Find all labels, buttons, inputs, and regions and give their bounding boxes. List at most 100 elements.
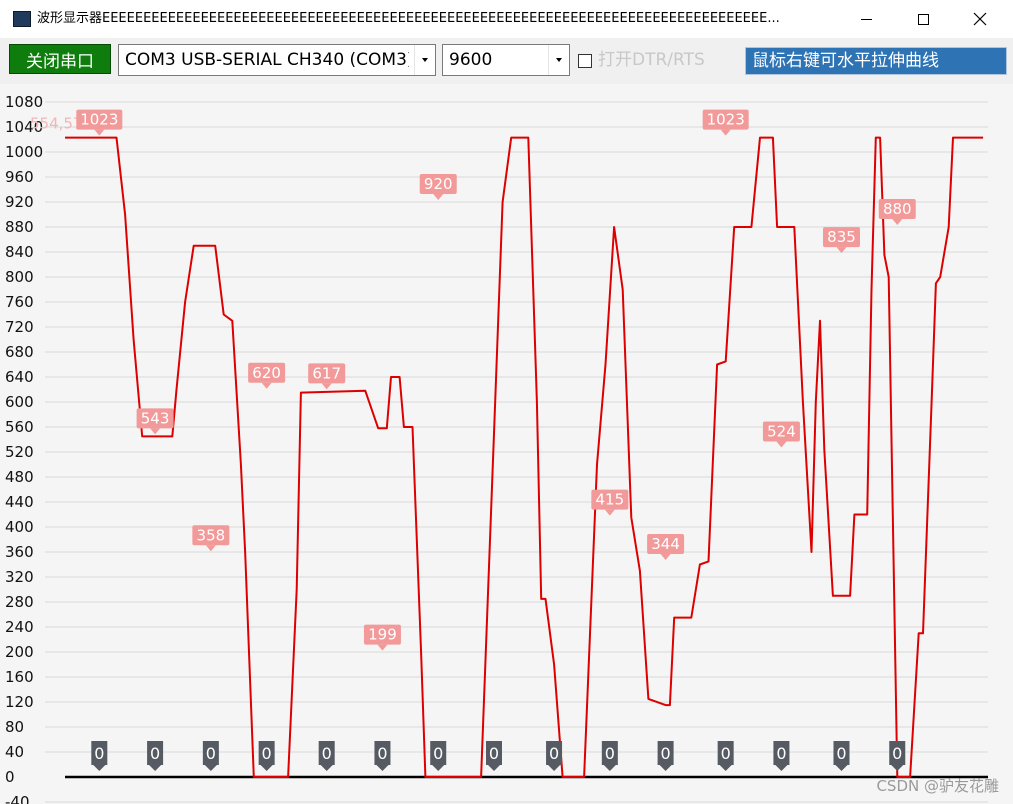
value-marker-pointer <box>205 545 216 552</box>
dtr-rts-checkbox[interactable] <box>578 54 592 68</box>
y-tick-label: 480 <box>5 468 34 486</box>
zero-marker-label: 0 <box>94 744 104 763</box>
value-marker-pointer <box>660 554 671 560</box>
y-tick-label: 120 <box>5 693 34 711</box>
value-marker-label: 835 <box>827 228 856 246</box>
zero-marker-pointer <box>432 765 445 771</box>
value-marker-pointer <box>321 383 332 390</box>
zero-marker-pointer <box>93 765 106 771</box>
y-tick-label: 600 <box>5 393 34 411</box>
y-tick-label: 0 <box>5 768 15 786</box>
maximize-icon <box>917 13 929 25</box>
zero-marker-label: 0 <box>721 744 731 763</box>
zero-marker-pointer <box>603 765 616 771</box>
y-tick-label: 360 <box>5 543 34 561</box>
dtr-rts-label[interactable]: 打开DTR/RTS <box>598 48 705 72</box>
value-marker-pointer <box>433 194 444 200</box>
zero-marker-pointer <box>548 765 561 771</box>
zero-marker-pointer <box>320 765 333 771</box>
y-tick-label: 680 <box>5 343 34 361</box>
chevron-down-icon[interactable] <box>548 45 569 75</box>
title-bar: 波形显示器EEEEEEEEEEEEEEEEEEEEEEEEEEEEEEEEEEE… <box>0 0 1013 38</box>
zero-marker-label: 0 <box>836 744 846 763</box>
value-marker-label: 543 <box>141 409 170 427</box>
y-tick-label: 160 <box>5 668 34 686</box>
minimize-button[interactable] <box>837 0 895 38</box>
port-select-value: COM3 USB-SERIAL CH340 (COM3) <box>125 50 409 70</box>
waveform-chart[interactable]: -40 0 40 80 120 160 200 240 280 320 360 400 440 480 52… <box>0 84 1013 804</box>
y-tick-label: 960 <box>5 168 34 186</box>
zero-marker-pointer <box>488 765 500 771</box>
y-tick-label: 920 <box>5 193 34 211</box>
watermark: CSDN @驴友花雕 <box>876 777 999 795</box>
zero-marker-pointer <box>149 765 162 771</box>
app-icon <box>13 11 31 27</box>
zero-marker-label: 0 <box>549 744 559 763</box>
y-tick-label: 1000 <box>5 143 43 161</box>
chevron-down-icon[interactable] <box>414 45 435 75</box>
value-marker-label: 415 <box>596 491 625 509</box>
close-port-button[interactable]: 关闭串口 <box>9 44 111 74</box>
value-marker-pointer <box>720 129 731 136</box>
zero-marker-label: 0 <box>262 744 272 763</box>
value-marker-pointer <box>604 509 615 516</box>
value-marker-pointer <box>261 382 272 389</box>
y-tick-label: 760 <box>5 293 34 311</box>
toolbar: 关闭串口 COM3 USB-SERIAL CH340 (COM3) 9600 打… <box>0 38 1013 82</box>
value-marker-label: 620 <box>252 364 281 382</box>
close-window-button[interactable] <box>951 0 1009 38</box>
y-tick-label: 1080 <box>5 93 43 111</box>
value-marker-pointer <box>94 129 105 136</box>
hint-box: 鼠标右键可水平拉伸曲线 <box>745 47 1007 75</box>
y-tick-label: -40 <box>5 793 30 804</box>
baud-rate-select[interactable]: 9600 <box>442 44 570 76</box>
maximize-button[interactable] <box>894 0 952 38</box>
y-tick-label: 320 <box>5 568 34 586</box>
value-marker-label: 344 <box>651 535 680 553</box>
zero-marker-label: 0 <box>377 744 387 763</box>
value-marker-pointer <box>377 644 388 651</box>
zero-marker-pointer <box>260 765 273 771</box>
value-marker-label: 880 <box>883 200 912 218</box>
value-marker-label: 617 <box>312 364 341 382</box>
port-select[interactable]: COM3 USB-SERIAL CH340 (COM3) <box>118 44 436 76</box>
zero-marker-label: 0 <box>661 744 671 763</box>
zero-marker-pointer <box>891 765 904 771</box>
y-tick-label: 520 <box>5 443 34 461</box>
zero-marker-label: 0 <box>322 744 332 763</box>
zero-marker-label: 0 <box>776 744 786 763</box>
waveform-plot[interactable]: -40 0 40 80 120 160 200 240 280 320 360 400 440 480 52… <box>0 84 1013 804</box>
zero-marker-label: 0 <box>150 744 160 763</box>
value-marker-label: 358 <box>197 526 226 544</box>
y-tick-label: 840 <box>5 243 34 261</box>
close-icon <box>973 12 987 26</box>
zero-marker-pointer <box>204 765 217 771</box>
zero-marker-label: 0 <box>489 744 499 763</box>
value-marker-label: 1023 <box>707 111 745 129</box>
y-tick-label: 800 <box>5 268 34 286</box>
y-tick-label: 400 <box>5 518 34 536</box>
baud-rate-value: 9600 <box>449 50 493 70</box>
zero-marker-label: 0 <box>206 744 216 763</box>
y-tick-label: 440 <box>5 493 34 511</box>
zero-marker-pointer <box>775 765 788 771</box>
y-tick-label: 40 <box>5 743 24 761</box>
value-marker-label: 199 <box>368 626 397 644</box>
zero-marker-pointer <box>659 765 672 771</box>
value-marker-pointer <box>150 428 161 435</box>
y-tick-label: 240 <box>5 618 34 636</box>
zero-marker-pointer <box>376 765 389 771</box>
zero-marker-pointer <box>719 765 732 771</box>
zero-marker-label: 0 <box>605 744 615 763</box>
hint-text: 鼠标右键可水平拉伸曲线 <box>752 51 939 71</box>
zero-marker-pointer <box>835 765 848 771</box>
value-marker-label: 1023 <box>80 111 118 129</box>
y-tick-label: 280 <box>5 593 34 611</box>
y-tick-label: 200 <box>5 643 34 661</box>
value-marker-pointer <box>892 219 903 225</box>
value-marker-label: 920 <box>424 175 453 193</box>
y-tick-label: 880 <box>5 218 34 236</box>
y-tick-label: 80 <box>5 718 24 736</box>
y-tick-label: 720 <box>5 318 34 336</box>
y-tick-label: 640 <box>5 368 34 386</box>
